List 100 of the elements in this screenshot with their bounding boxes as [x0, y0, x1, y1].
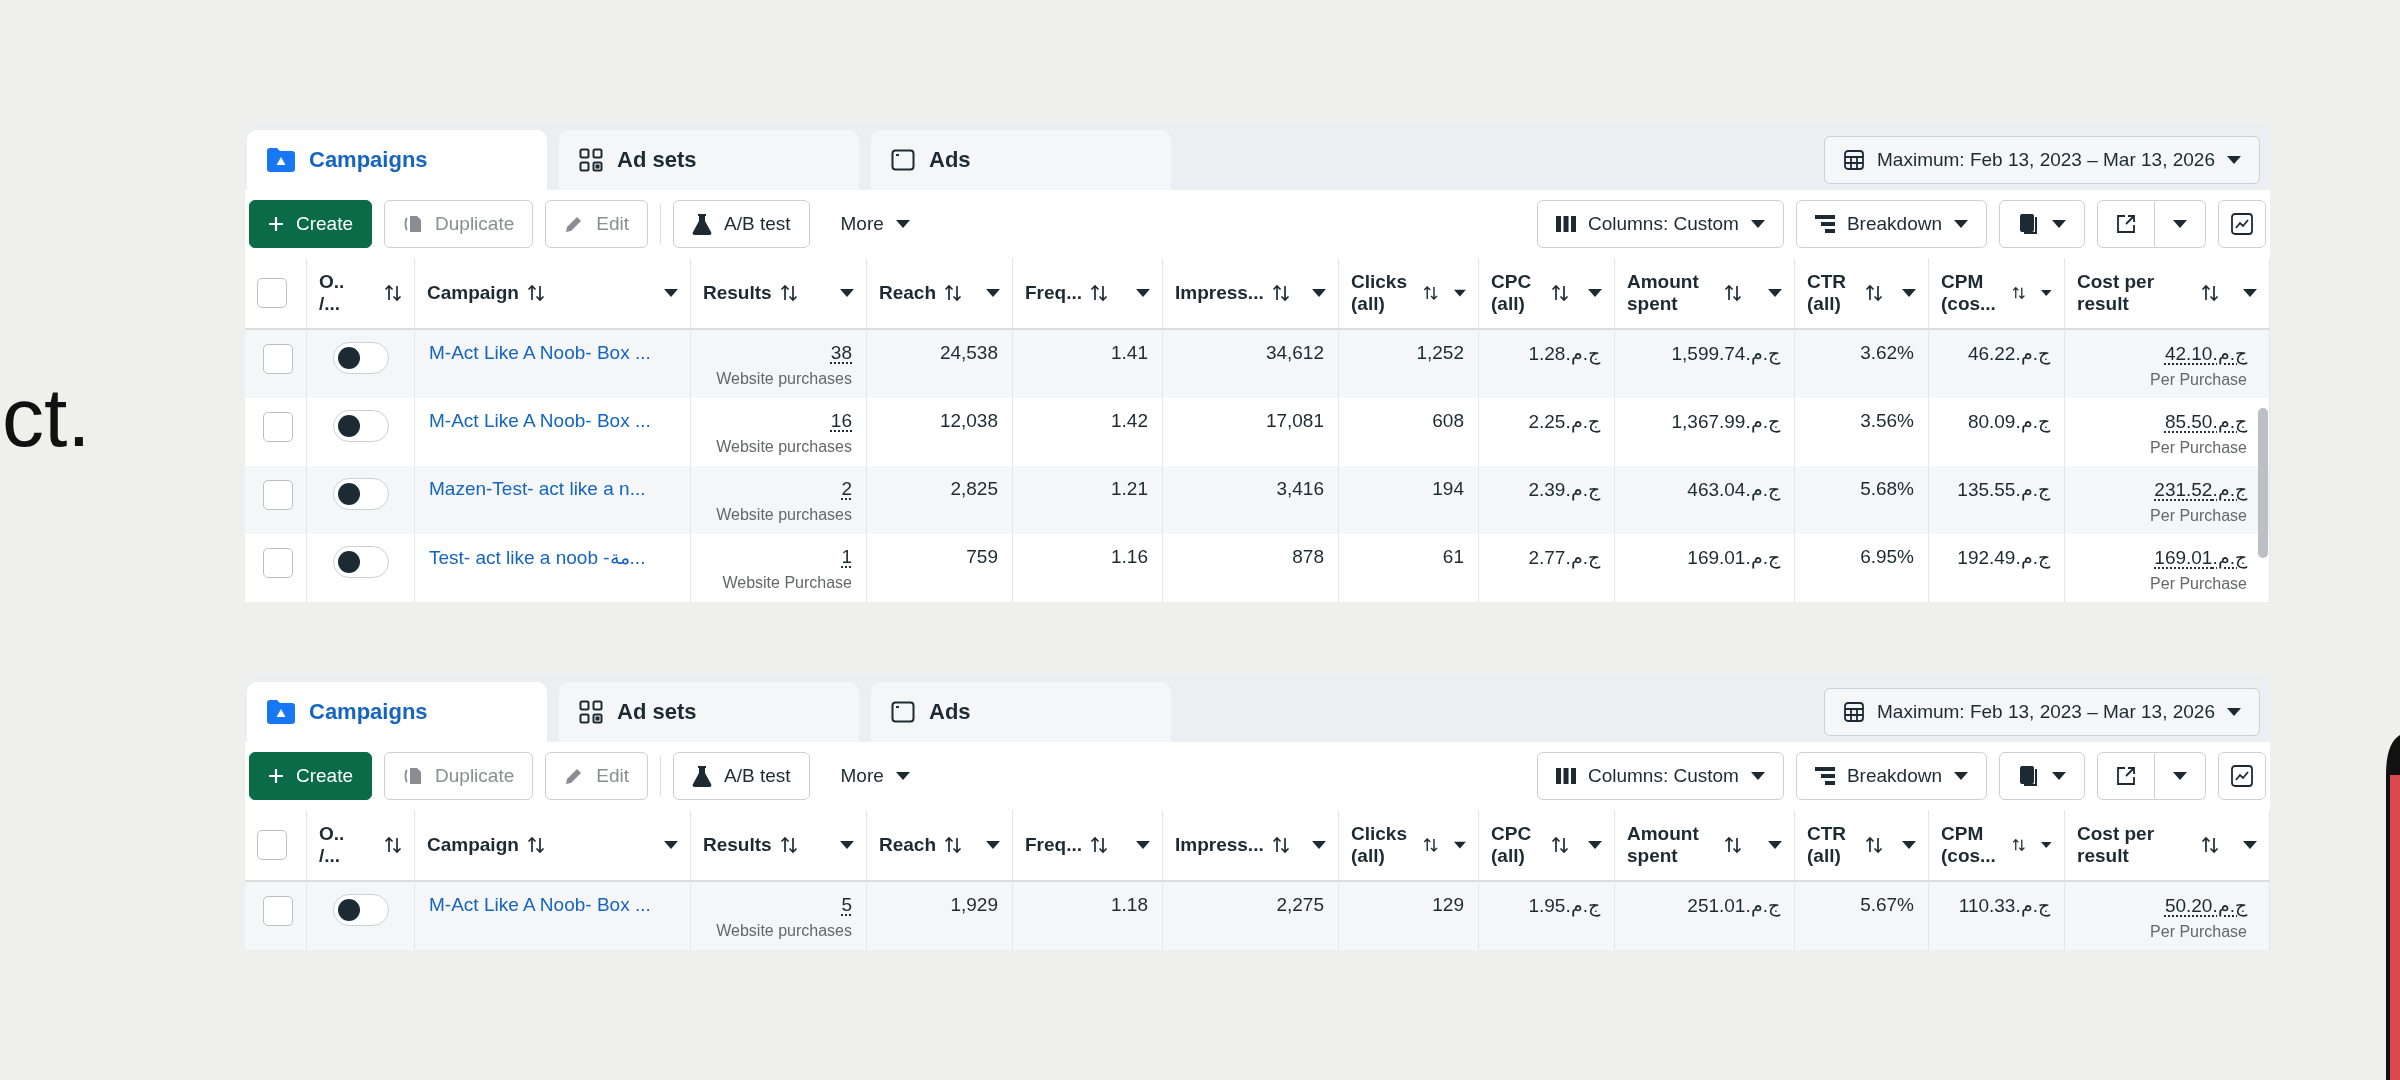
table-cell: ج.م.135.55	[1957, 479, 2050, 500]
toggle-switch[interactable]	[332, 410, 389, 442]
checkbox[interactable]	[257, 830, 287, 860]
sort-icon[interactable]	[779, 284, 798, 302]
ab-test-button[interactable]: A/B test	[673, 752, 810, 800]
date-range-button[interactable]: Maximum: Feb 13, 2023 – Mar 13, 2026	[1824, 136, 2260, 184]
table-cell: ج.م.1.95	[1528, 895, 1600, 916]
cost-value: ج.م.50.20	[2164, 894, 2247, 917]
tab[interactable]: Ad sets	[559, 682, 859, 742]
checkbox[interactable]	[263, 480, 293, 510]
chart-button[interactable]	[2218, 752, 2266, 800]
sort-icon[interactable]	[2201, 836, 2219, 854]
caret-icon	[986, 289, 1000, 297]
sort-icon[interactable]	[1865, 284, 1884, 302]
sort-icon[interactable]	[1090, 836, 1108, 854]
toggle-switch[interactable]	[332, 546, 389, 578]
sort-icon[interactable]	[1090, 284, 1108, 302]
table-cell: ج.م.251.01	[1687, 895, 1780, 916]
result-type-label: Website purchases	[715, 438, 852, 456]
tab[interactable]: Ads	[871, 682, 1171, 742]
columns-button[interactable]: Columns: Custom	[1536, 752, 1784, 800]
campaign-link[interactable]: Test- act like a noob -مة...	[429, 547, 646, 568]
reports-button[interactable]	[1999, 752, 2085, 800]
sort-icon[interactable]	[384, 836, 402, 854]
ab-test-button[interactable]: A/B test	[673, 200, 810, 248]
table-cell: 608	[1432, 410, 1464, 431]
reports-icon	[2018, 213, 2040, 235]
toggle-switch[interactable]	[332, 342, 389, 374]
columns-button[interactable]: Columns: Custom	[1536, 200, 1784, 248]
caret-icon	[1768, 289, 1782, 297]
sort-icon[interactable]	[1423, 836, 1439, 854]
checkbox[interactable]	[263, 548, 293, 578]
checkbox[interactable]	[257, 278, 287, 308]
caret-icon	[1454, 289, 1466, 297]
sort-icon[interactable]	[944, 284, 963, 302]
table-cell: 34,612	[1265, 342, 1324, 363]
checkbox[interactable]	[263, 896, 293, 926]
tab[interactable]: Campaigns	[247, 682, 547, 742]
result-value: 1	[841, 546, 852, 568]
create-button[interactable]: Create	[249, 200, 373, 248]
caret-icon	[1954, 772, 1968, 780]
breakdown-button[interactable]: Breakdown	[1795, 752, 1987, 800]
result-type-label: Website purchases	[715, 370, 852, 388]
checkbox[interactable]	[263, 412, 293, 442]
table-cell: 1,252	[1416, 342, 1464, 363]
sort-icon[interactable]	[384, 284, 402, 302]
tab[interactable]: Ads	[871, 130, 1171, 190]
sort-icon[interactable]	[1550, 836, 1569, 854]
table-cell: ج.م.2.39	[1528, 479, 1600, 500]
scrollbar[interactable]	[2258, 408, 2268, 558]
sort-icon[interactable]	[1724, 836, 1743, 854]
column-header: Amount spent	[1627, 823, 1699, 867]
sort-icon[interactable]	[1271, 836, 1290, 854]
export-button[interactable]	[2097, 200, 2155, 248]
tab[interactable]: Ad sets	[559, 130, 859, 190]
column-header: Clicks (all)	[1351, 271, 1407, 315]
caret-icon	[2173, 772, 2187, 780]
result-value: 16	[830, 410, 852, 432]
checkbox[interactable]	[263, 344, 293, 374]
columns-icon	[1555, 215, 1576, 233]
sort-icon[interactable]	[526, 836, 545, 854]
sort-icon[interactable]	[2201, 284, 2219, 302]
flask-icon	[692, 765, 712, 787]
tab[interactable]: Campaigns	[247, 130, 547, 190]
cost-value: ج.م.85.50	[2164, 410, 2247, 433]
breakdown-button[interactable]: Breakdown	[1795, 200, 1987, 248]
plus-icon	[268, 216, 284, 232]
breakdown-icon	[1814, 215, 1835, 233]
sort-icon[interactable]	[526, 284, 545, 302]
table-cell: ج.م.80.09	[1967, 411, 2050, 432]
caret-icon	[840, 841, 854, 849]
reports-button[interactable]	[1999, 200, 2085, 248]
dropdown-button[interactable]	[2155, 200, 2206, 248]
result-value: 38	[830, 342, 852, 364]
toggle-switch[interactable]	[332, 478, 389, 510]
chart-button[interactable]	[2218, 200, 2266, 248]
date-range-button[interactable]: Maximum: Feb 13, 2023 – Mar 13, 2026	[1824, 688, 2260, 736]
sort-icon[interactable]	[944, 836, 963, 854]
dropdown-button[interactable]	[2155, 752, 2206, 800]
result-value: 5	[841, 894, 852, 916]
toggle-switch[interactable]	[332, 894, 389, 926]
sort-icon[interactable]	[1271, 284, 1290, 302]
sort-icon[interactable]	[779, 836, 798, 854]
export-button[interactable]	[2097, 752, 2155, 800]
column-header: CTR (all)	[1807, 271, 1847, 315]
flask-icon	[692, 213, 712, 235]
caret-icon	[1954, 220, 1968, 228]
caret-icon	[1588, 289, 1602, 297]
sort-icon[interactable]	[1550, 284, 1569, 302]
sort-icon[interactable]	[1423, 284, 1439, 302]
sort-icon[interactable]	[1865, 836, 1884, 854]
table-cell: ج.م.1,599.74	[1671, 343, 1780, 364]
create-button[interactable]: Create	[249, 752, 373, 800]
campaign-link[interactable]: M-Act Like A Noob- Box ...	[429, 410, 651, 431]
column-header: Reach	[879, 282, 937, 304]
export-icon	[2116, 766, 2136, 786]
table-cell: ج.م.463.04	[1687, 479, 1780, 500]
sort-icon[interactable]	[2011, 284, 2026, 302]
sort-icon[interactable]	[2011, 836, 2026, 854]
sort-icon[interactable]	[1724, 284, 1743, 302]
